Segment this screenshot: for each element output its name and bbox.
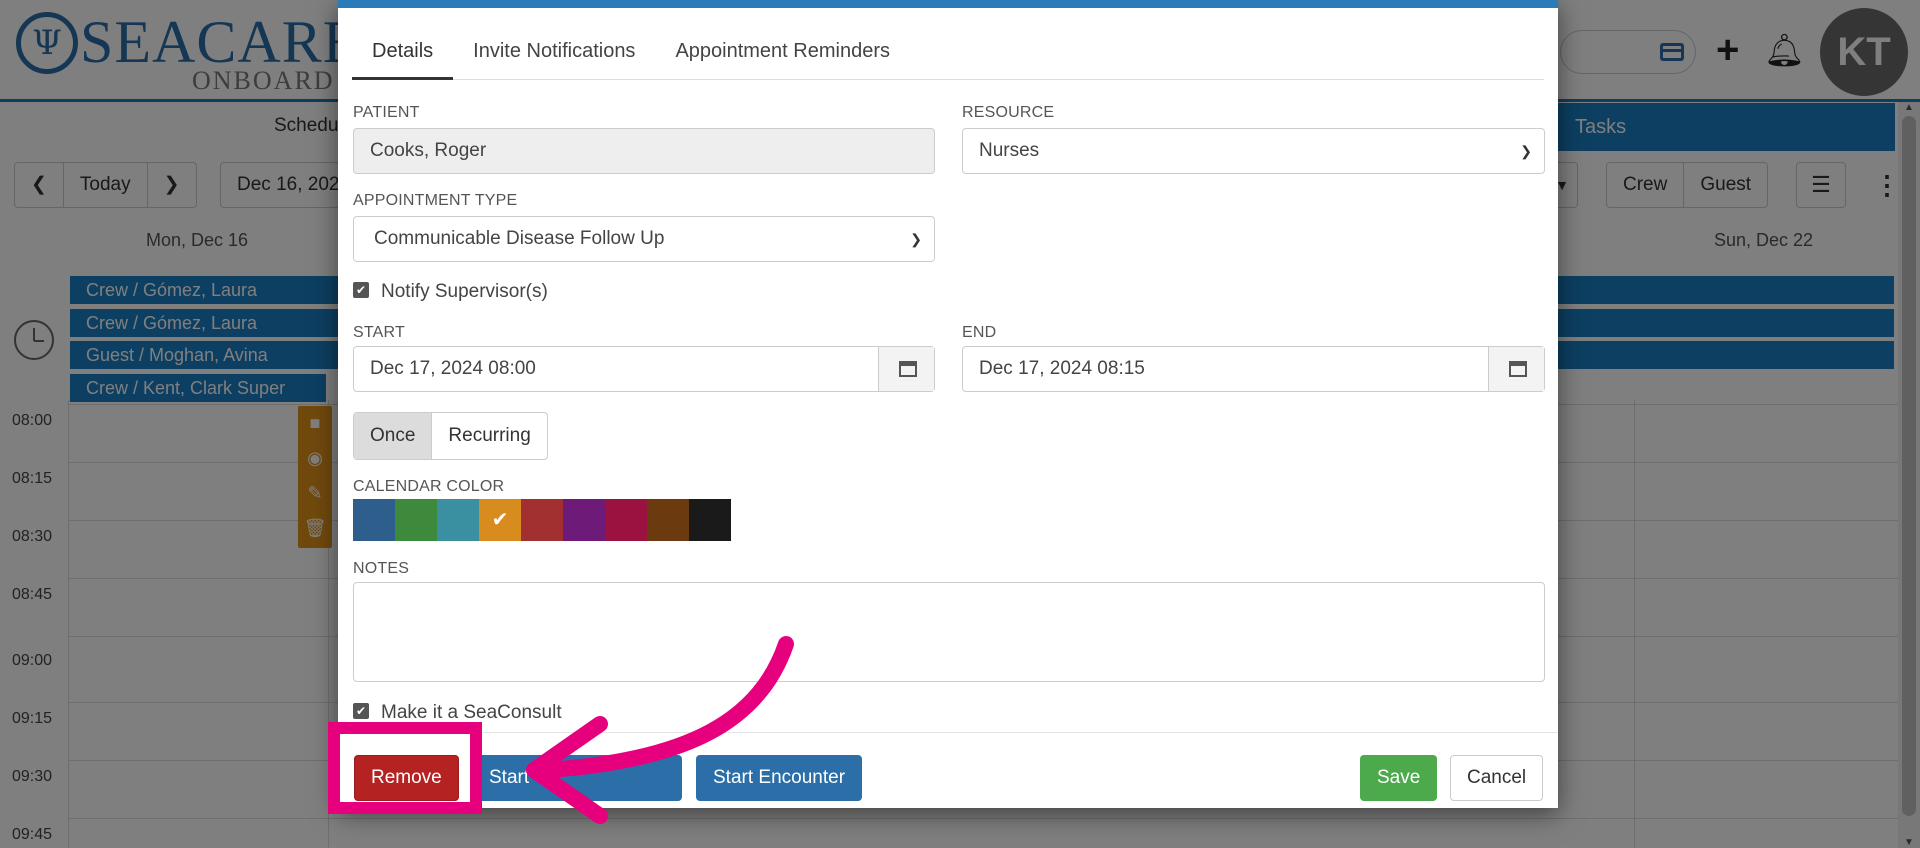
modal-tabs: Details Invite Notifications Appointment…	[352, 28, 1544, 80]
checkbox-checked-icon[interactable]: ✔	[353, 281, 369, 298]
chevron-down-icon: ❯	[910, 231, 922, 247]
color-swatch[interactable]: ✔	[479, 499, 521, 541]
appointment-type-label: APPOINTMENT TYPE	[353, 192, 518, 209]
highlight-box	[328, 722, 482, 814]
tab-appointment-reminders[interactable]: Appointment Reminders	[655, 28, 910, 80]
calendar-color-label: CALENDAR COLOR	[353, 478, 505, 495]
color-swatch[interactable]	[353, 499, 395, 541]
tab-details[interactable]: Details	[352, 28, 454, 80]
start-datetime-field[interactable]: Dec 17, 2024 08:00	[353, 346, 935, 392]
appointment-modal: Details Invite Notifications Appointment…	[338, 0, 1558, 808]
color-swatch[interactable]	[647, 499, 689, 541]
end-datetime-field[interactable]: Dec 17, 2024 08:15	[962, 346, 1545, 392]
once-button[interactable]: Once	[354, 413, 433, 459]
start-datetime-value: Dec 17, 2024 08:00	[370, 358, 536, 379]
color-swatch[interactable]	[689, 499, 731, 541]
appointment-type-value: Communicable Disease Follow Up	[374, 228, 665, 249]
appointment-type-select[interactable]: Communicable Disease Follow Up ❯	[353, 216, 935, 262]
save-button[interactable]: Save	[1360, 755, 1438, 801]
cancel-button[interactable]: Cancel	[1450, 755, 1544, 801]
checkbox-checked-icon[interactable]: ✔	[353, 702, 369, 719]
calendar-icon	[1509, 361, 1527, 377]
start-label: START	[353, 324, 405, 341]
color-swatches: ✔	[353, 499, 731, 541]
chevron-down-icon: ❯	[1520, 143, 1532, 159]
end-label: END	[962, 324, 997, 341]
color-swatch[interactable]	[395, 499, 437, 541]
color-swatch[interactable]	[521, 499, 563, 541]
end-calendar-button[interactable]	[1488, 347, 1544, 391]
patient-field[interactable]: Cooks, Roger	[353, 128, 935, 174]
seaconsult-label: Make it a SeaConsult	[381, 702, 562, 723]
color-swatch[interactable]	[563, 499, 605, 541]
color-swatch[interactable]	[605, 499, 647, 541]
patient-label: PATIENT	[353, 104, 420, 121]
notes-textarea[interactable]	[353, 582, 1545, 682]
calendar-icon	[899, 361, 917, 377]
notes-label: NOTES	[353, 560, 410, 577]
notify-supervisor-row[interactable]: ✔ Notify Supervisor(s)	[353, 281, 548, 303]
start-encounter-button[interactable]: Start Encounter	[696, 755, 863, 801]
resource-label: RESOURCE	[962, 104, 1055, 121]
notify-supervisor-label: Notify Supervisor(s)	[381, 281, 548, 302]
recurring-button[interactable]: Recurring	[432, 413, 546, 459]
start-button[interactable]: Start	[472, 755, 682, 801]
end-datetime-value: Dec 17, 2024 08:15	[979, 358, 1145, 379]
tab-invite-notifications[interactable]: Invite Notifications	[453, 28, 655, 80]
resource-value: Nurses	[979, 140, 1040, 161]
resource-select[interactable]: Nurses ❯	[962, 128, 1545, 174]
recurrence-toggle: Once Recurring	[353, 412, 548, 460]
check-icon: ✔	[491, 509, 509, 531]
start-calendar-button[interactable]	[878, 347, 934, 391]
color-swatch[interactable]	[437, 499, 479, 541]
modal-footer: Remove Start Start Encounter Save Cancel	[338, 732, 1558, 816]
seaconsult-row[interactable]: ✔ Make it a SeaConsult	[353, 702, 562, 724]
